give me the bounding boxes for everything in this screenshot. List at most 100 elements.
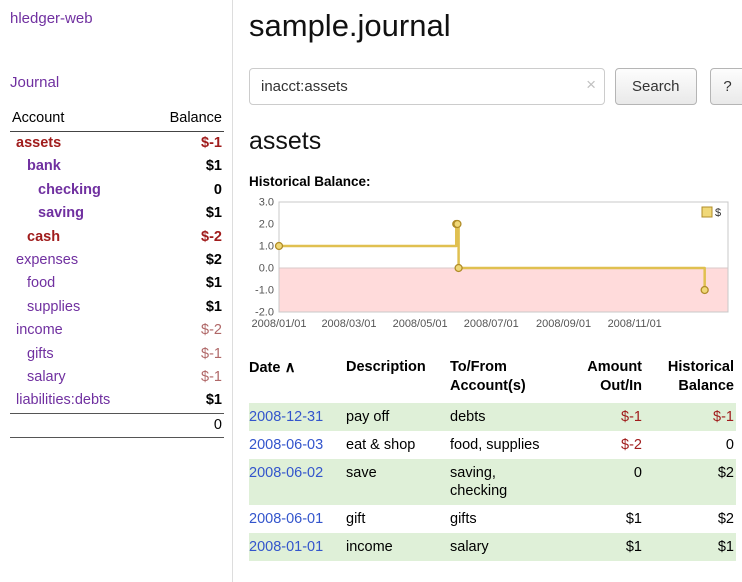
register-header-accounts: To/FromAccount(s) xyxy=(450,356,562,403)
account-row: assets $-1 xyxy=(10,132,224,156)
register-accounts: gifts xyxy=(450,505,562,533)
register-description: eat & shop xyxy=(346,431,450,459)
search-box: × xyxy=(249,68,605,105)
register-date-link[interactable]: 2008-12-31 xyxy=(249,409,323,425)
register-header-description: Description xyxy=(346,356,450,403)
account-link-expenses[interactable]: expenses xyxy=(16,252,78,268)
register-date-link[interactable]: 2008-06-03 xyxy=(249,437,323,453)
search-button[interactable]: Search xyxy=(615,68,697,105)
register-date-link[interactable]: 2008-01-01 xyxy=(249,539,323,555)
register-description: income xyxy=(346,533,450,561)
svg-text:2008/01/01: 2008/01/01 xyxy=(251,318,306,330)
svg-text:3.0: 3.0 xyxy=(259,197,274,209)
register-accounts: debts xyxy=(450,403,562,431)
account-link-assets[interactable]: assets xyxy=(16,135,61,151)
sidebar: hledger-web Journal Account Balance asse… xyxy=(0,0,233,582)
account-link-supplies[interactable]: supplies xyxy=(27,299,80,315)
register-accounts: saving, checking xyxy=(450,459,562,505)
accounts-header-balance: Balance xyxy=(148,107,224,132)
register-amount: $1 xyxy=(562,533,644,561)
register-row: 2008-06-01 giftgifts$1$2 xyxy=(249,505,736,533)
account-balance: 0 xyxy=(148,179,224,202)
account-row: gifts$-1 xyxy=(10,343,224,366)
accounts-header-account: Account xyxy=(10,107,148,132)
register-accounts: food, supplies xyxy=(450,431,562,459)
account-balance: $-2 xyxy=(148,319,224,342)
register-balance: $2 xyxy=(644,505,736,533)
account-row: supplies $1 xyxy=(10,296,224,319)
register-description: gift xyxy=(346,505,450,533)
account-balance: $2 xyxy=(148,249,224,272)
svg-text:2008/11/01: 2008/11/01 xyxy=(608,318,662,330)
register-date-link[interactable]: 2008-06-02 xyxy=(249,465,323,481)
account-link-cash[interactable]: cash xyxy=(27,229,60,245)
account-row: checking 0 xyxy=(10,179,224,202)
register-description: pay off xyxy=(346,403,450,431)
register-balance: $1 xyxy=(644,533,736,561)
account-balance: $-1 xyxy=(148,132,224,156)
account-balance: $-1 xyxy=(148,366,224,389)
app-window: hledger-web Journal Account Balance asse… xyxy=(0,0,742,582)
account-balance: $1 xyxy=(148,155,224,178)
search-input[interactable] xyxy=(249,68,605,105)
account-link-income[interactable]: income xyxy=(16,322,63,338)
register-amount: 0 xyxy=(562,459,644,505)
account-link-gifts[interactable]: gifts xyxy=(27,346,54,362)
help-button[interactable]: ? xyxy=(710,68,742,105)
account-balance: $1 xyxy=(148,389,224,413)
account-balance: $1 xyxy=(148,202,224,225)
svg-text:2.0: 2.0 xyxy=(259,219,274,231)
register-row: 2008-12-31pay offdebts$-1$-1 xyxy=(249,403,736,431)
accounts-total-value: 0 xyxy=(148,413,224,437)
account-link-checking[interactable]: checking xyxy=(38,182,101,198)
hledger-web-link[interactable]: hledger-web xyxy=(10,10,224,27)
register-accounts: salary xyxy=(450,533,562,561)
chart-title: Historical Balance: xyxy=(249,174,742,189)
accounts-total-spacer xyxy=(10,413,148,437)
register-balance: 0 xyxy=(644,431,736,459)
register-date-link[interactable]: 2008-06-01 xyxy=(249,511,323,527)
register-row: 2008-06-02 savesaving, checking0$2 xyxy=(249,459,736,505)
account-link-liabilities-debts[interactable]: liabilities:debts xyxy=(16,392,110,408)
page-title: sample.journal xyxy=(249,8,742,44)
account-balance: $1 xyxy=(148,296,224,319)
register-amount: $-1 xyxy=(562,403,644,431)
account-row: saving $1 xyxy=(10,202,224,225)
svg-text:$: $ xyxy=(715,207,721,219)
main-content: sample.journal × Search ? assets Histori… xyxy=(233,0,742,582)
account-row: bank $1 xyxy=(10,155,224,178)
register-header-row: Date ∧DescriptionTo/FromAccount(s)Amount… xyxy=(249,356,736,403)
register-table: Date ∧DescriptionTo/FromAccount(s)Amount… xyxy=(249,356,736,561)
register-row: 2008-06-03eat & shopfood, supplies$-20 xyxy=(249,431,736,459)
account-row: salary $-1 xyxy=(10,366,224,389)
accounts-header-row: Account Balance xyxy=(10,107,224,132)
account-balance: $-2 xyxy=(148,226,224,249)
account-row: expenses $2 xyxy=(10,249,224,272)
accounts-table: Account Balance assets $-1 bank $1 checking 0… xyxy=(10,107,224,438)
svg-text:0.0: 0.0 xyxy=(259,263,274,275)
account-row: income $-2 xyxy=(10,319,224,342)
account-heading: assets xyxy=(249,127,742,156)
search-form: × Search ? xyxy=(249,68,742,105)
account-link-food[interactable]: food xyxy=(27,275,55,291)
svg-text:2008/09/01: 2008/09/01 xyxy=(536,318,591,330)
svg-text:1.0: 1.0 xyxy=(259,241,274,253)
clear-search-icon[interactable]: × xyxy=(586,76,596,93)
account-link-bank[interactable]: bank xyxy=(27,158,61,174)
register-description: save xyxy=(346,459,450,505)
register-header-date[interactable]: Date ∧ xyxy=(249,356,346,403)
account-link-saving[interactable]: saving xyxy=(38,205,84,221)
register-header-amount: AmountOut/In xyxy=(562,356,644,403)
accounts-total-row: 0 xyxy=(10,413,224,437)
register-row: 2008-01-01incomesalary$1$1 xyxy=(249,533,736,561)
sidebar-item-journal[interactable]: Journal xyxy=(10,74,224,91)
svg-text:2008/07/01: 2008/07/01 xyxy=(464,318,519,330)
account-link-salary[interactable]: salary xyxy=(27,369,66,385)
svg-text:2008/05/01: 2008/05/01 xyxy=(393,318,448,330)
svg-text:-1.0: -1.0 xyxy=(255,285,274,297)
svg-text:-2.0: -2.0 xyxy=(255,307,274,319)
sort-ascending-icon: ∧ xyxy=(280,359,295,376)
register-balance: $2 xyxy=(644,459,736,505)
register-amount: $1 xyxy=(562,505,644,533)
account-row: liabilities:debts $1 xyxy=(10,389,224,413)
